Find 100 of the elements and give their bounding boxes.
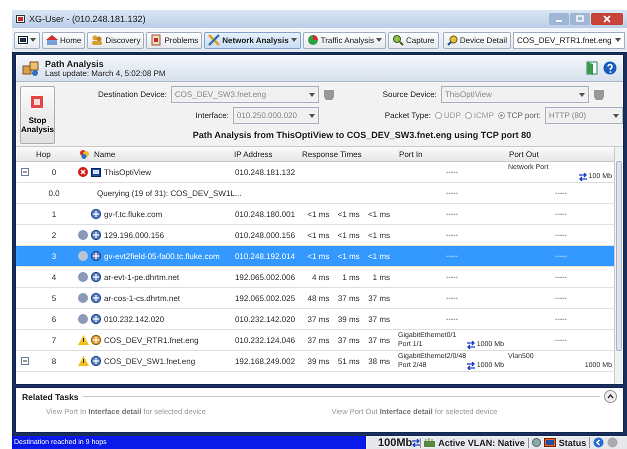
response-time-cell-text: <1 ms: [336, 230, 360, 240]
ip-cell: 010.248.192.014: [234, 252, 296, 260]
column-header[interactable]: Response Times: [299, 150, 396, 158]
response-time-cell-text: 1 ms: [341, 272, 360, 282]
router-icon: [91, 209, 101, 219]
column-header[interactable]: IP Address: [231, 150, 299, 158]
response-time-cell-text: 37 ms: [306, 336, 330, 344]
router-icon: [91, 293, 101, 303]
link-speed-icon: [412, 438, 420, 446]
response-time-cell-text: <1 ms: [336, 252, 360, 260]
caret-icon: [578, 92, 585, 96]
toolbar-button[interactable]: Network Analysis: [204, 32, 301, 48]
response-time-cell-text: 51 ms: [336, 356, 360, 366]
close-button[interactable]: [591, 13, 623, 25]
response-time-cell-text: 37 ms: [336, 336, 360, 344]
boxes-icon: [22, 59, 40, 77]
info-icon[interactable]: [532, 438, 541, 447]
house-icon: [46, 34, 58, 46]
field-label: Source Device:: [382, 90, 437, 99]
computer-icon: [91, 168, 101, 176]
caret-icon: [612, 114, 619, 118]
link-speed-icon: [466, 340, 475, 348]
toolbar-button[interactable]: Capture: [388, 32, 438, 48]
hop-cell: 5: [52, 294, 56, 302]
response-time-cell-text: 48 ms: [306, 294, 330, 302]
hop-cell: 8: [52, 356, 56, 366]
toolbar-button[interactable]: Discovery: [87, 32, 144, 48]
toolbar-button[interactable]: Traffic Analysis: [302, 32, 386, 48]
name-cell: ar-evt-1-pe.dhrtm.net: [104, 272, 180, 282]
router-icon: [91, 251, 101, 261]
caret-icon: [308, 92, 315, 96]
hop-cell: 2: [52, 230, 56, 240]
device-icon[interactable]: [322, 88, 335, 100]
last-update-text: Last update: March 4, 5:02:08 PM: [45, 68, 166, 78]
speed-text: 100Mb: [377, 436, 412, 448]
stop-analysis-button[interactable]: Stop Analysis: [20, 86, 55, 144]
hop-cell: 4: [52, 272, 56, 282]
status-dot-icon: [78, 293, 88, 303]
toolbar-button[interactable]: Home: [42, 32, 86, 48]
status-dot-icon: [78, 314, 88, 324]
help-icon[interactable]: [603, 61, 617, 75]
response-time-cell-text: 4 ms: [310, 272, 330, 282]
response-time-cell-text: <1 ms: [366, 230, 390, 240]
warning-icon: [78, 335, 88, 345]
response-time-cell-text: <1 ms: [336, 210, 360, 218]
status-column-icon: [80, 150, 89, 158]
caret-icon: [308, 114, 315, 118]
name-cell: gv-f.tc.fluke.com: [104, 210, 162, 218]
device-detail-button[interactable]: Device Detail: [442, 32, 511, 48]
response-time-cell-text: <1 ms: [306, 210, 330, 218]
field-label: Destination Device:: [96, 90, 167, 99]
hop-cell: 0: [52, 168, 56, 176]
field-label: Interface:: [194, 111, 229, 120]
scrollbar[interactable]: [614, 147, 623, 384]
ip-cell: 192.065.002.006: [234, 272, 296, 282]
field-label: Packet Type:: [384, 111, 431, 120]
window-icon: [18, 36, 28, 44]
router-icon: [91, 272, 101, 282]
response-time-cell-text: 38 ms: [367, 356, 390, 366]
monitor-icon: [544, 438, 556, 448]
response-time-cell-text: 37 ms: [367, 336, 390, 344]
ip-cell: 010.248.181.132: [234, 168, 296, 176]
collapse-icon[interactable]: [20, 168, 28, 176]
hop-cell: 0.0: [48, 188, 60, 198]
name-cell: gv-evt2field-05-fa00.tc.fluke.com: [104, 252, 220, 260]
status-dot-icon: [78, 251, 88, 261]
response-time-cell-text: 37 ms: [306, 314, 330, 324]
column-header[interactable]: Port In: [396, 150, 506, 158]
ip-cell: 010.232.124.046: [234, 336, 296, 344]
vlan-text: Active VLAN: Native: [438, 438, 525, 448]
pie-icon: [306, 34, 319, 46]
collapse-icon[interactable]: [20, 357, 28, 365]
panel-title: Path Analysis: [45, 58, 105, 68]
status-dot-icon: [78, 230, 88, 240]
toolbar-button[interactable]: Problems: [146, 32, 202, 48]
device-icon[interactable]: [592, 88, 605, 100]
ip-cell: 010.248.180.001: [234, 210, 296, 218]
door-icon[interactable]: [586, 61, 598, 75]
router-icon: [91, 356, 101, 366]
column-header[interactable]: Hop: [33, 150, 75, 158]
name-cell: COS_DEV_RTR1.fnet.eng: [104, 336, 199, 344]
response-time-cell-text: 39 ms: [336, 314, 360, 324]
window-title: XG-User - (010.248.181.132): [29, 14, 146, 24]
device-dropdown[interactable]: COS_DEV_RTR1.fnet.eng: [513, 32, 625, 48]
collapse-button[interactable]: [604, 390, 617, 403]
router-icon: [91, 335, 101, 345]
response-time-cell-text: <1 ms: [306, 230, 330, 240]
packet-type-radio[interactable]: TCP port:: [498, 111, 541, 120]
name-cell: ar-cos-1-cs.dhrtm.net: [104, 294, 180, 302]
name-cell: COS_DEV_SW1.fnet.eng: [104, 356, 196, 366]
name-cell: 010.232.142.020: [104, 314, 164, 324]
magnifier-icon: [446, 34, 458, 46]
column-header[interactable]: Name: [91, 150, 231, 158]
status-dot-icon: [78, 272, 88, 282]
response-time-cell-text: <1 ms: [306, 252, 330, 260]
menu-button[interactable]: [14, 32, 40, 48]
column-header[interactable]: Port Out: [506, 150, 614, 158]
back-icon[interactable]: [593, 437, 604, 448]
hop-cell: 1: [52, 210, 56, 218]
hop-cell: 7: [52, 336, 56, 344]
